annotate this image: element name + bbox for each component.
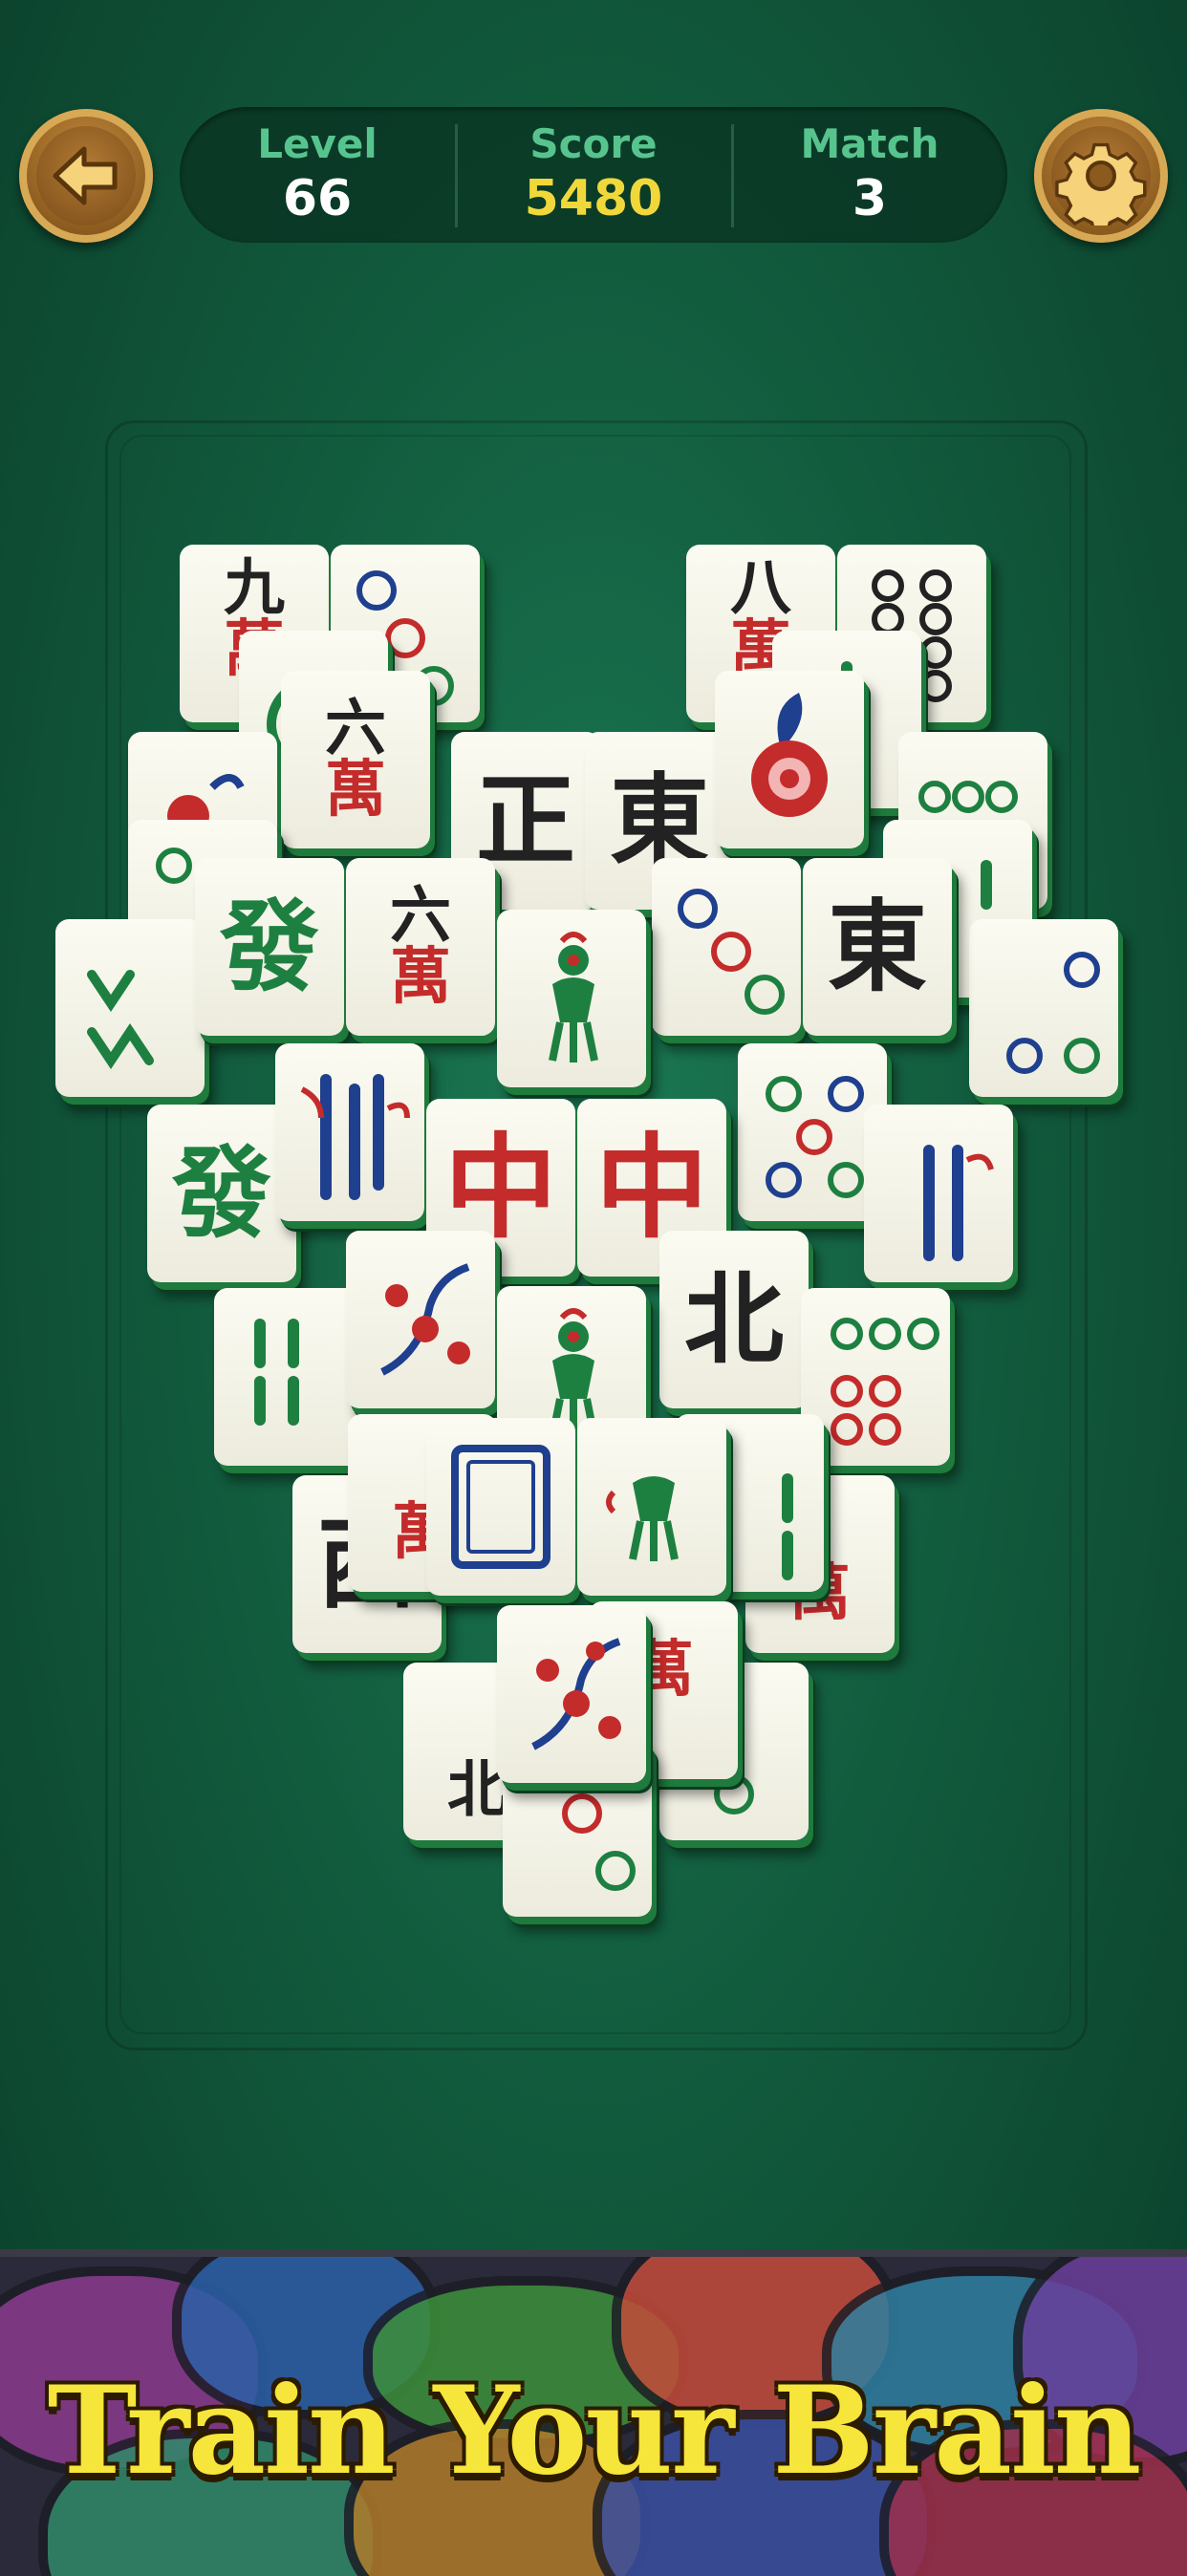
mahjong-tile[interactable] [652,858,801,1036]
plum-flower-icon [497,1605,646,1783]
white-dragon-icon [426,1418,575,1596]
sparrow-bird-icon [497,910,646,1087]
mahjong-tile[interactable] [497,1605,646,1783]
banner-title: Train Your Brain [47,2360,1142,2501]
mahjong-tile[interactable] [577,1418,726,1596]
tile-character: 中 [443,1121,557,1254]
mahjong-tile[interactable]: 六 萬 [346,858,495,1036]
chrysanthemum-flower-icon [715,671,864,848]
mahjong-tile[interactable]: 發 [195,858,344,1036]
tile-character: 九 [224,552,285,624]
mahjong-tile[interactable] [426,1418,575,1596]
mahjong-tile[interactable]: 北 [659,1231,809,1408]
mahjong-tile[interactable]: 東 [803,858,952,1036]
bamboo-suit-icon [214,1288,363,1466]
level-label: Level [257,120,378,167]
stats-panel: Level 66 Score 5480 Match 3 [180,107,1007,243]
bamboo-flower-icon [275,1043,424,1221]
bamboo-suit-icon [55,919,205,1097]
tile-character: 萬 [390,941,451,1013]
tile-character: 六 [325,693,386,764]
mahjong-tile[interactable] [275,1043,424,1221]
circle-suit-icon [652,858,801,1036]
score-label: Score [529,120,658,167]
back-button[interactable] [19,109,153,243]
gear-icon [1051,126,1151,235]
mahjong-tile[interactable] [864,1105,1013,1282]
promo-banner: Train Your Brain [0,2249,1187,2576]
level-value: 66 [282,170,353,227]
sparrow-bird-icon [577,1418,726,1596]
tile-character: 正 [475,762,575,879]
mahjong-tile[interactable]: 發 [147,1105,296,1282]
level-stat: Level 66 [180,107,455,243]
mahjong-tile[interactable] [715,671,864,848]
tile-character: 六 [390,880,451,952]
tile-character: 北 [683,1260,784,1378]
tile-character: 東 [827,888,927,1005]
tile-character: 發 [219,888,319,1005]
mahjong-tile[interactable] [497,910,646,1087]
mahjong-tile[interactable] [214,1288,363,1466]
tile-character: 萬 [325,754,386,826]
back-arrow-icon [36,126,136,225]
circle-suit-icon [969,919,1118,1097]
mahjong-tile[interactable] [969,919,1118,1097]
tile-character: 東 [609,762,709,879]
bamboo-flower-icon [864,1105,1013,1282]
tile-character: 發 [171,1134,271,1252]
score-value: 5480 [524,170,663,227]
mahjong-tile[interactable] [55,919,205,1097]
score-stat: Score 5480 [456,107,731,243]
tile-character: 八 [730,552,791,624]
mahjong-tile[interactable]: 六 萬 [281,671,430,848]
mahjong-tile[interactable] [346,1231,495,1408]
match-label: Match [800,120,939,167]
match-stat: Match 3 [732,107,1007,243]
match-value: 3 [852,170,888,227]
settings-button[interactable] [1034,109,1168,243]
plum-flower-icon [346,1231,495,1408]
tile-character: 中 [594,1121,708,1254]
